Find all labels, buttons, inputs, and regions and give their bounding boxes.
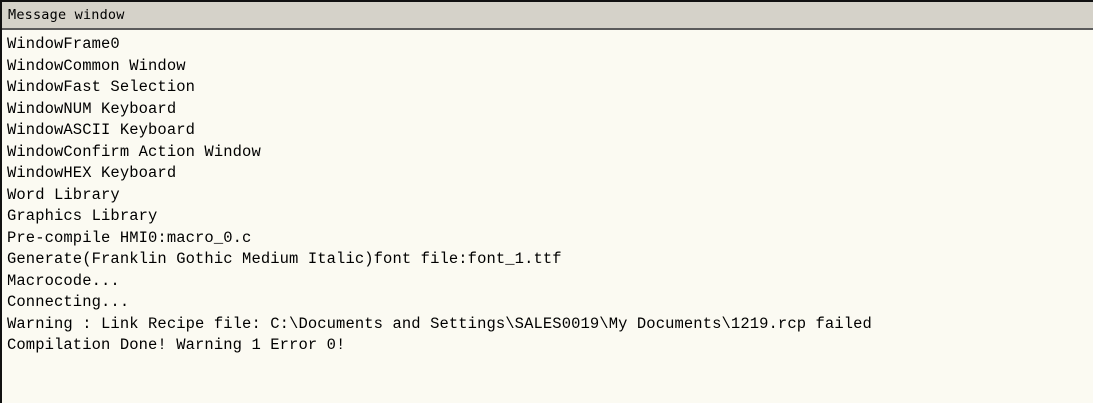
message-line: WindowFast Selection <box>7 78 196 96</box>
message-line: Word Library <box>7 185 120 204</box>
message-line: WindowCommon Window <box>7 56 186 75</box>
message-line: WindowASCII Keyboard <box>7 121 196 139</box>
message-line: Graphics Library <box>7 207 158 225</box>
message-line: WindowHEX Keyboard <box>7 164 177 182</box>
message-window-titlebar: Message window <box>2 2 1093 30</box>
message-list[interactable]: WindowFrame0 WindowCommon Window WindowF… <box>2 30 1093 357</box>
window-title: Message window <box>8 7 125 23</box>
message-line: WindowConfirm Action Window <box>7 142 261 161</box>
message-line: Pre-compile HMI0:macro_0.c <box>7 228 252 247</box>
message-line: WindowFrame0 <box>7 35 120 53</box>
warning-line: Warning : Link Recipe file: C:\Documents… <box>7 314 872 333</box>
compilation-status-line: Compilation Done! Warning 1 Error 0! <box>7 336 346 354</box>
message-line: WindowNUM Keyboard <box>7 99 177 118</box>
message-line: Macrocode... <box>7 271 120 290</box>
message-line: Connecting... <box>7 293 130 311</box>
message-line: Generate(Franklin Gothic Medium Italic)f… <box>7 250 562 268</box>
message-window: Message window WindowFrame0 WindowCommon… <box>0 0 1093 403</box>
